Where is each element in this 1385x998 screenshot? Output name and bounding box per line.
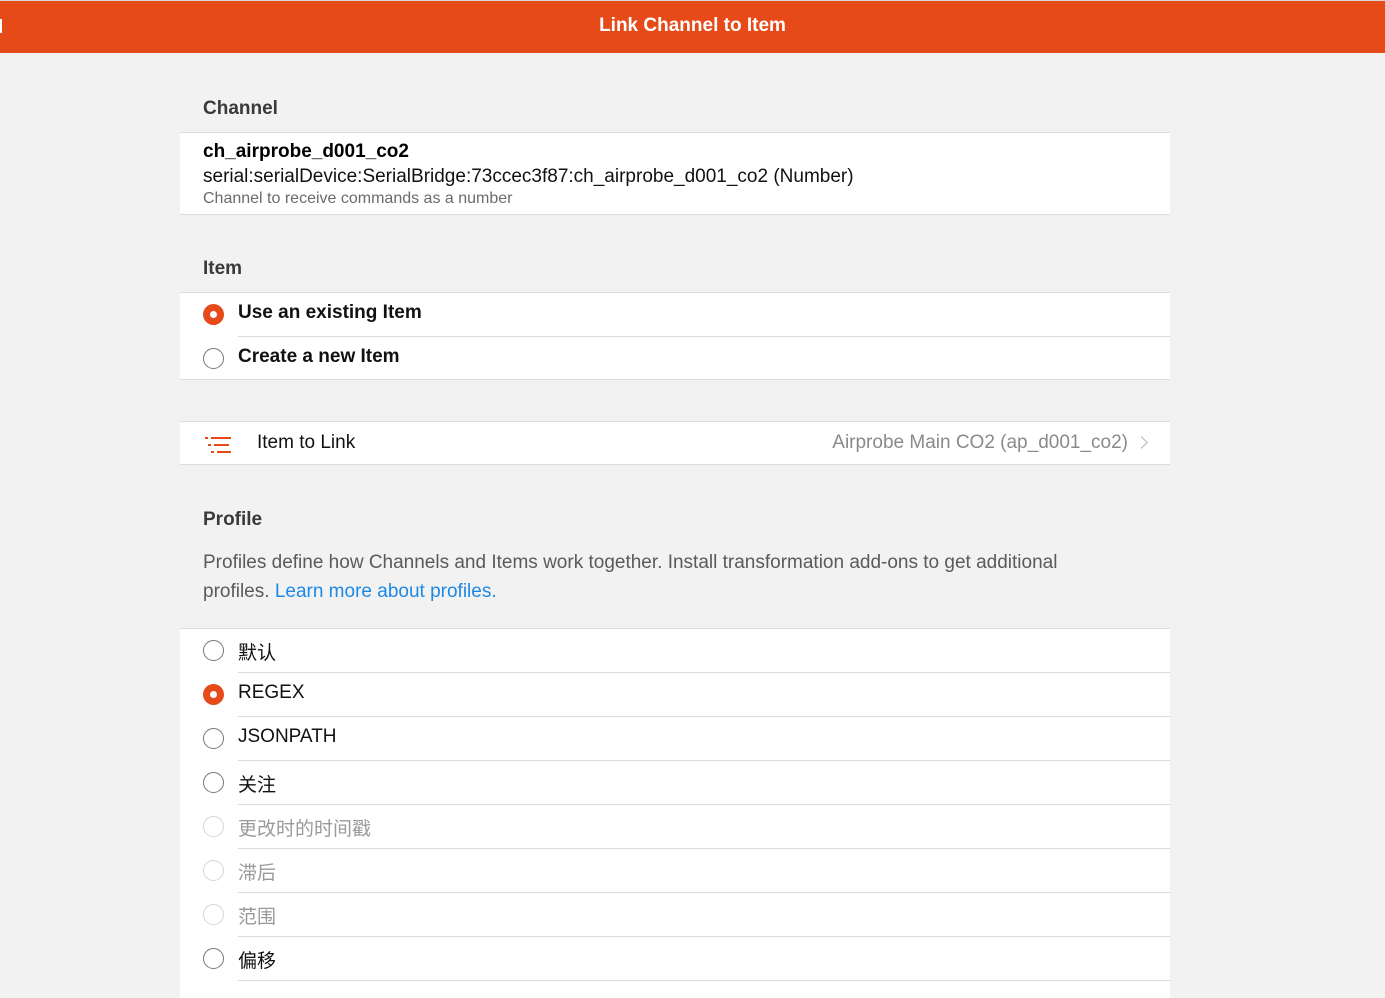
profile-option-label: JSONPATH [238,726,337,747]
profile-option-label: 更改时的时间戳 [238,819,372,840]
list-icon [205,437,231,453]
item-to-link-label: Item to Link [257,432,356,453]
profile-option[interactable]: 更改时的时间戳 [180,805,1170,849]
profile-option[interactable]: REGEX [180,673,1170,717]
channel-section-title: Channel [203,98,278,119]
channel-info: ch_airprobe_d001_co2 serial:serialDevice… [180,132,1170,215]
radio-button[interactable] [203,860,224,881]
item-to-link-row[interactable]: Item to Link Airprobe Main CO2 (ap_d001_… [180,421,1170,465]
channel-uid: serial:serialDevice:SerialBridge:73ccec3… [203,166,854,187]
radio-button[interactable] [203,728,224,749]
radio-button[interactable] [203,304,224,325]
profile-option[interactable]: 关注 [180,761,1170,805]
radio-button[interactable] [203,684,224,705]
profile-list: 默认 REGEX JSONPATH 关注 更改时的时间戳 滞后 范围 偏移 [180,628,1170,998]
profile-option[interactable]: 滞后 [180,849,1170,893]
radio-create-new-item[interactable]: Create a new Item [180,337,1170,381]
profile-section-title: Profile [203,509,263,530]
profile-option-label: 默认 [238,643,277,664]
learn-more-link[interactable]: Learn more about profiles. [275,581,497,602]
radio-label: Use an existing Item [238,302,422,323]
radio-button[interactable] [203,348,224,369]
radio-use-existing-item[interactable]: Use an existing Item [180,293,1170,337]
radio-button[interactable] [203,904,224,925]
item-section-title: Item [203,258,243,279]
profile-option-label: REGEX [238,682,305,703]
channel-description: Channel to receive commands as a number [203,190,513,207]
divider [238,980,1170,981]
radio-button[interactable] [203,640,224,661]
chevron-right-icon [1135,436,1148,449]
item-to-link-value: Airprobe Main CO2 (ap_d001_co2) [832,432,1128,453]
profile-description: Profiles define how Channels and Items w… [203,548,1103,606]
page-title: Link Channel to Item [599,15,786,36]
profile-option-label: 滞后 [238,863,277,884]
profile-option-label: 关注 [238,775,277,796]
radio-button[interactable] [203,816,224,837]
item-mode-list: Use an existing Item Create a new Item [180,292,1170,380]
profile-option[interactable]: 范围 [180,893,1170,937]
navbar: Link Channel to Item [0,0,1385,53]
radio-label: Create a new Item [238,346,400,367]
radio-button[interactable] [203,772,224,793]
profile-option-label: 偏移 [238,951,277,972]
radio-button[interactable] [203,948,224,969]
profile-option-label: 范围 [238,907,277,928]
profile-option[interactable]: 偏移 [180,937,1170,981]
channel-label: ch_airprobe_d001_co2 [203,141,409,162]
profile-option[interactable]: JSONPATH [180,717,1170,761]
profile-option[interactable]: 默认 [180,629,1170,673]
